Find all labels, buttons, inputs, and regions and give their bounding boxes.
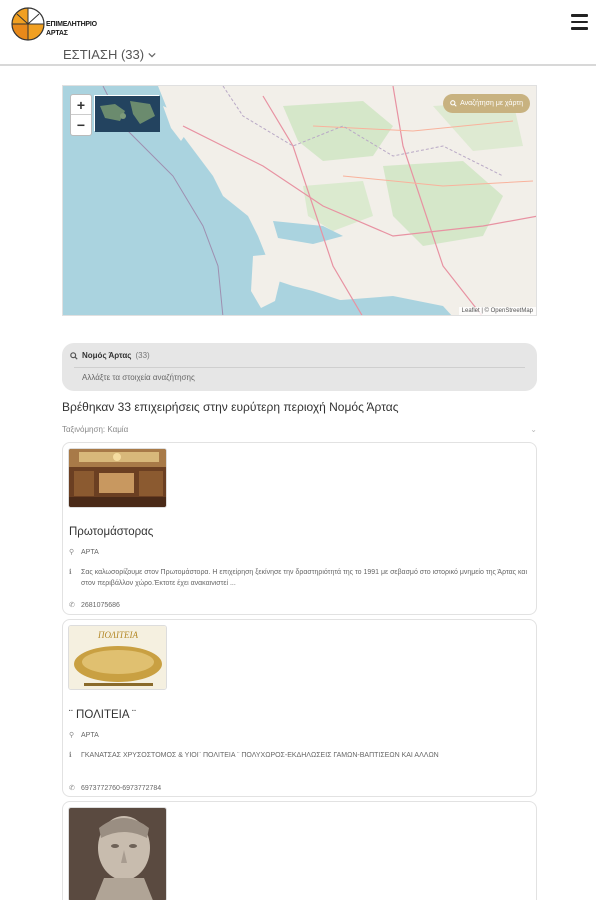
- search-icon: [450, 100, 457, 107]
- svg-text:ΠΟΛΙΤΕΙΑ: ΠΟΛΙΤΕΙΑ: [97, 630, 139, 640]
- search-location: Νομός Άρτας: [82, 351, 132, 360]
- location-text: ΑΡΤΑ: [81, 549, 99, 556]
- map-search-button[interactable]: Αναζήτηση με χάρτη: [443, 94, 530, 113]
- sort-label: Ταξινόμηση: Καμία: [62, 425, 129, 434]
- business-photo[interactable]: [68, 448, 167, 508]
- map-view[interactable]: + − Αναζήτηση με χάρτη Leaflet | © OpenS…: [62, 85, 537, 316]
- business-photo[interactable]: ΠΟΛΙΤΕΙΑ: [68, 625, 167, 690]
- info-icon: ℹ: [69, 752, 72, 759]
- business-card[interactable]: ΠΟΛΙΤΕΙΑ ¨ ΠΟΛΙΤΕΙΑ ¨ ⚲ ΑΡΤΑ ℹ ΓΚΑΝΑΤΣΑΣ…: [62, 619, 537, 797]
- business-phone[interactable]: ✆ 6973772760-6973772784: [69, 783, 161, 794]
- business-card[interactable]: Πρωτομάστορας ⚲ ΑΡΤΑ ℹ Σας καλωσορίζουμε…: [62, 442, 537, 615]
- business-description: ℹ Σας καλωσορίζουμε στον Πρωτομάστορα. Η…: [69, 567, 531, 589]
- business-title[interactable]: ¨ ΠΟΛΙΤΕΙΑ ¨: [69, 709, 136, 721]
- search-icon: [70, 351, 78, 360]
- category-dropdown[interactable]: ΕΣΤΙΑΣΗ (33): [63, 47, 156, 62]
- sort-dropdown[interactable]: Ταξινόμηση: Καμία ⌄: [62, 425, 537, 434]
- hamburger-menu-icon[interactable]: [571, 14, 588, 30]
- logo-text-line1: ΕΠΙΜΕΛΗΤΗΡΙΟ: [46, 21, 97, 28]
- location-pin-icon: ⚲: [69, 732, 75, 739]
- map-search-label: Αναζήτηση με χάρτη: [460, 100, 523, 107]
- location-text: ΑΡΤΑ: [81, 732, 99, 739]
- business-photo[interactable]: [68, 807, 167, 900]
- logo-text-line2: ΑΡΤΑΣ: [46, 30, 68, 37]
- location-pin-icon: ⚲: [69, 549, 75, 556]
- search-count: (33): [135, 351, 150, 360]
- chevron-down-icon: [148, 52, 156, 57]
- phone-icon: ✆: [69, 602, 75, 609]
- zoom-out-button[interactable]: −: [71, 115, 91, 135]
- description-text: ΓΚΑΝΑΤΣΑΣ ΧΡΥΣΟΣΤΟΜΟΣ & ΥΙΟΙ¨ ΠΟΛΙΤΕΙΑ ¨…: [81, 752, 439, 759]
- description-text: Σας καλωσορίζουμε στον Πρωτομάστορα. Η ε…: [81, 569, 528, 587]
- search-summary-box[interactable]: Νομός Άρτας (33) Αλλάξτε τα στοιχεία ανα…: [62, 343, 537, 391]
- phone-text: 6973772760-6973772784: [81, 785, 162, 792]
- header: ΕΠΙΜΕΛΗΤΗΡΙΟ ΑΡΤΑΣ ΕΣΤΙΑΣΗ (33): [0, 0, 596, 66]
- phone-text: 2681075686: [81, 602, 120, 609]
- minimap[interactable]: [94, 95, 160, 132]
- business-title[interactable]: Πρωτομάστορας: [69, 526, 153, 538]
- change-search-link[interactable]: Αλλάξτε τα στοιχεία αναζήτησης: [82, 373, 195, 382]
- phone-icon: ✆: [69, 785, 75, 792]
- map-attribution[interactable]: Leaflet | © OpenStreetMap: [458, 307, 536, 315]
- results-summary: Βρέθηκαν 33 επιχειρήσεις στην ευρύτερη π…: [62, 400, 399, 414]
- business-location: ⚲ ΑΡΤΑ: [69, 547, 99, 558]
- info-icon: ℹ: [69, 569, 72, 576]
- zoom-in-button[interactable]: +: [71, 95, 91, 115]
- divider: [74, 367, 525, 368]
- business-description: ℹ ΓΚΑΝΑΤΣΑΣ ΧΡΥΣΟΣΤΟΜΟΣ & ΥΙΟΙ¨ ΠΟΛΙΤΕΙΑ…: [69, 750, 531, 761]
- business-location: ⚲ ΑΡΤΑ: [69, 730, 99, 741]
- chevron-down-icon: ⌄: [530, 425, 537, 434]
- business-phone[interactable]: ✆ 2681075686: [69, 600, 120, 611]
- zoom-control: + −: [70, 94, 92, 136]
- category-label: ΕΣΤΙΑΣΗ (33): [63, 47, 145, 62]
- chamber-logo[interactable]: ΕΠΙΜΕΛΗΤΗΡΙΟ ΑΡΤΑΣ: [10, 2, 97, 44]
- business-card[interactable]: [62, 801, 537, 900]
